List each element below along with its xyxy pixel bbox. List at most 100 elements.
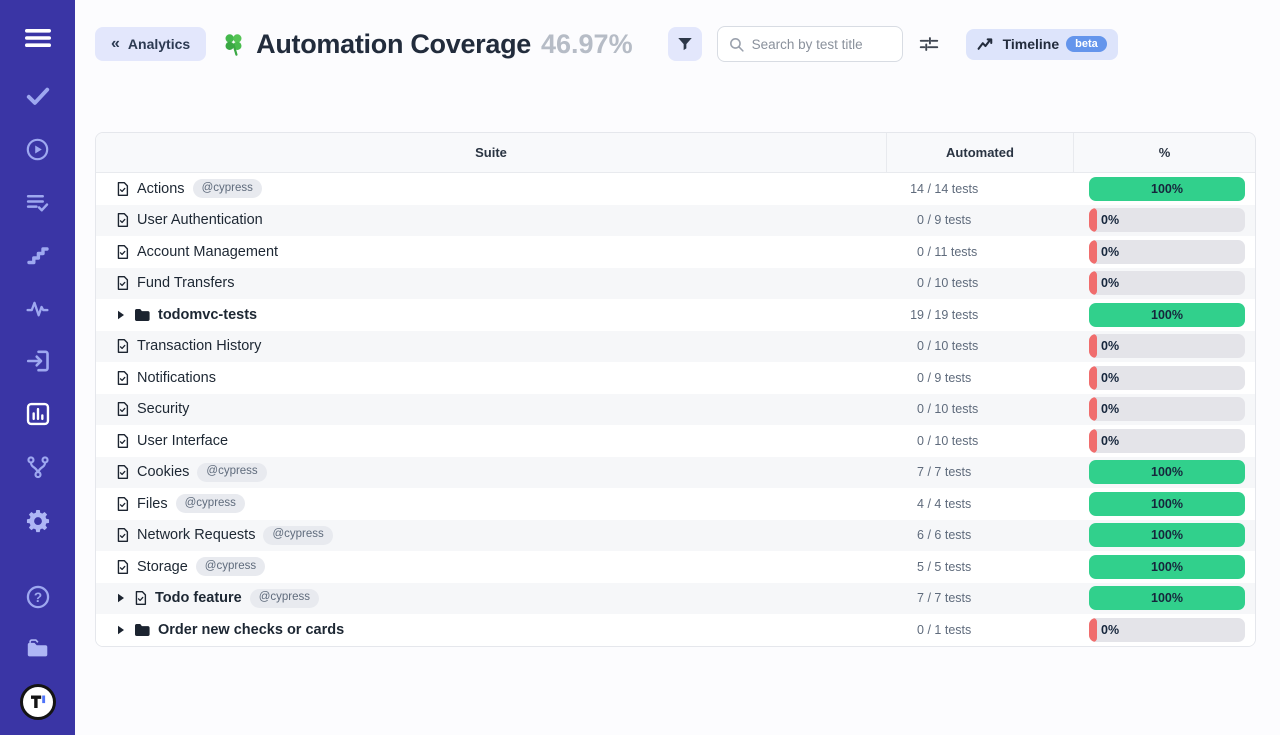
table-row[interactable]: Cookies@cypress7 / 7 tests100% (96, 457, 1255, 489)
suite-name: Files (137, 496, 168, 512)
suite-name: User Authentication (137, 212, 263, 228)
git-branch-icon[interactable] (25, 454, 51, 480)
coverage-bar-fill (1089, 208, 1097, 232)
cypress-tag: @cypress (193, 179, 262, 198)
coverage-bar-label: 0% (1101, 213, 1119, 227)
file-icon (116, 401, 129, 417)
suite-cell: Todo feature@cypress (96, 589, 886, 608)
page-title: Automation Coverage (256, 29, 531, 60)
page-header: « Analytics Automation Coverage 46.97% (95, 26, 1256, 62)
table-row[interactable]: Storage @cypress 5 / 5 tests 100% (96, 551, 1255, 583)
table-row[interactable]: Fund Transfers0 / 10 tests0% (96, 268, 1255, 300)
column-header-percent: % (1073, 133, 1255, 172)
automated-count: 5 / 5 tests (886, 560, 1073, 574)
coverage-bar: 100% (1089, 303, 1245, 327)
expand-caret-icon[interactable] (116, 625, 126, 635)
coverage-bar-label: 100% (1151, 591, 1183, 605)
filter-button[interactable] (668, 27, 702, 61)
coverage-bar-fill (1089, 397, 1097, 421)
table-row[interactable]: Account Management0 / 11 tests0% (96, 236, 1255, 268)
percent-cell: 100% (1073, 460, 1255, 484)
table-row[interactable]: User Authentication0 / 9 tests0% (96, 205, 1255, 237)
activity-icon[interactable] (25, 295, 51, 321)
suite-name: Notifications (137, 370, 216, 386)
coverage-bar-label: 100% (1151, 497, 1183, 511)
file-icon (116, 275, 129, 291)
suite-name: Storage (137, 559, 188, 575)
table-row[interactable]: User Interface 0 / 10 tests 0% (96, 425, 1255, 457)
suite-name: Security (137, 401, 189, 417)
percent-cell: 0% (1073, 429, 1255, 453)
file-icon (116, 527, 129, 543)
coverage-bar: 100% (1089, 523, 1245, 547)
coverage-bar-label: 100% (1151, 560, 1183, 574)
coverage-bar-label: 100% (1151, 465, 1183, 479)
table-row[interactable]: Notifications0 / 9 tests0% (96, 362, 1255, 394)
search-input[interactable] (752, 37, 892, 52)
suite-name: Transaction History (137, 338, 261, 354)
expand-caret-icon[interactable] (116, 310, 126, 320)
file-icon (134, 590, 147, 606)
sign-in-icon[interactable] (25, 348, 51, 374)
gear-icon[interactable] (25, 507, 51, 533)
coverage-bar: 0% (1089, 271, 1245, 295)
beta-badge: beta (1066, 36, 1107, 52)
sliders-icon (918, 33, 940, 55)
table-row[interactable]: Actions@cypress14 / 14 tests100% (96, 173, 1255, 205)
table-row[interactable]: Todo feature@cypress7 / 7 tests100% (96, 583, 1255, 615)
percent-cell: 100% (1073, 303, 1255, 327)
table-row[interactable]: Order new checks or cards0 / 1 tests0% (96, 614, 1255, 646)
column-header-automated: Automated (886, 133, 1073, 172)
sidebar: ? (0, 0, 75, 735)
automated-count: 19 / 19 tests (886, 308, 1073, 322)
expand-caret-icon[interactable] (116, 593, 126, 603)
automated-count: 0 / 10 tests (886, 434, 1073, 448)
coverage-bar-fill (1089, 618, 1097, 642)
file-icon (116, 212, 129, 228)
menu-icon[interactable] (24, 26, 52, 50)
suite-name: Fund Transfers (137, 275, 235, 291)
coverage-bar-label: 100% (1151, 182, 1183, 196)
table-row[interactable]: Files@cypress4 / 4 tests100% (96, 488, 1255, 520)
coverage-bar-label: 100% (1151, 528, 1183, 542)
table-row[interactable]: todomvc-tests 19 / 19 tests 100% (96, 299, 1255, 331)
coverage-bar-label: 0% (1101, 276, 1119, 290)
sidebar-nav (25, 83, 51, 533)
coverage-bar-label: 0% (1101, 339, 1119, 353)
app-logo[interactable] (20, 684, 56, 720)
bar-chart-icon[interactable] (25, 401, 51, 427)
coverage-bar: 0% (1089, 366, 1245, 390)
coverage-bar-label: 0% (1101, 245, 1119, 259)
coverage-bar: 0% (1089, 208, 1245, 232)
help-icon[interactable]: ? (25, 584, 51, 610)
coverage-bar: 0% (1089, 397, 1245, 421)
suite-cell: Account Management (96, 244, 886, 260)
back-to-analytics-button[interactable]: « Analytics (95, 27, 206, 61)
timeline-button[interactable]: Timeline beta (966, 29, 1118, 60)
coverage-bar: 100% (1089, 460, 1245, 484)
percent-cell: 0% (1073, 240, 1255, 264)
table-row[interactable]: Network Requests@cypress6 / 6 tests100% (96, 520, 1255, 552)
automated-count: 0 / 10 tests (886, 339, 1073, 353)
suite-name: todomvc-tests (158, 307, 257, 323)
coverage-bar: 0% (1089, 429, 1245, 453)
cypress-tag: @cypress (196, 557, 265, 576)
table-row[interactable]: Transaction History 0 / 10 tests 0% (96, 331, 1255, 363)
percent-cell: 100% (1073, 555, 1255, 579)
column-header-suite: Suite (96, 133, 886, 172)
suite-cell: Network Requests@cypress (96, 526, 886, 545)
main-content: « Analytics Automation Coverage 46.97% (75, 0, 1280, 735)
column-settings-button[interactable] (916, 31, 942, 57)
coverage-bar: 100% (1089, 555, 1245, 579)
suite-cell: Fund Transfers (96, 275, 886, 291)
play-circle-icon[interactable] (25, 136, 51, 162)
search-box (717, 26, 903, 62)
stairs-icon[interactable] (25, 242, 51, 268)
folder-icon[interactable] (25, 636, 51, 662)
suite-name: User Interface (137, 433, 228, 449)
file-icon (116, 338, 129, 354)
check-icon[interactable] (25, 83, 51, 109)
coverage-bar-fill (1089, 366, 1097, 390)
playlist-check-icon[interactable] (25, 189, 51, 215)
table-row[interactable]: Security0 / 10 tests0% (96, 394, 1255, 426)
